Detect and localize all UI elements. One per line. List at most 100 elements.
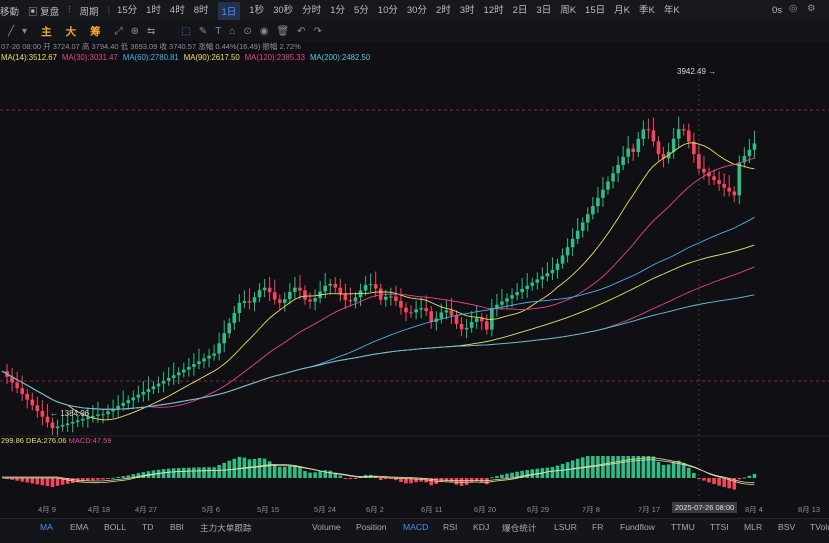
macd-bar (30, 478, 35, 484)
macd-bar (697, 478, 701, 479)
macd-bar (378, 478, 383, 481)
candle-body (495, 304, 499, 308)
macd-bar (328, 470, 333, 478)
macd-bar (353, 478, 358, 479)
candle-body (262, 287, 267, 291)
candle-body (252, 297, 257, 303)
candle-body (298, 287, 302, 291)
candle-body (313, 298, 317, 302)
macd-bar (313, 472, 317, 478)
candle-body (25, 393, 30, 400)
candle-body (449, 310, 454, 316)
candle-body (591, 206, 595, 215)
macd-bar (530, 469, 535, 478)
macd-bar (636, 456, 641, 478)
macd-bar (197, 467, 201, 478)
candle-body (606, 181, 610, 190)
candle-body (60, 425, 65, 427)
candle-body (30, 399, 35, 406)
indicator-tab[interactable]: LSUR (554, 522, 577, 532)
indicator-tab[interactable]: BOLL (104, 522, 126, 532)
macd-bar (495, 475, 499, 478)
macd-bar (40, 478, 45, 486)
candle-body (166, 377, 171, 381)
candle-body (247, 301, 252, 303)
indicator-tab[interactable]: TTMU (671, 522, 695, 532)
candle-body (212, 353, 216, 356)
indicator-tab[interactable]: 主力大单跟踪 (200, 522, 252, 534)
macd-bar (722, 478, 726, 488)
indicator-tab[interactable]: MA (40, 522, 53, 532)
indicator-tab[interactable]: TD (142, 522, 153, 532)
macd-bar (525, 470, 529, 478)
candle-body (586, 214, 590, 223)
macd-bar (25, 478, 30, 483)
macd-bar (96, 478, 100, 480)
macd-bar (737, 478, 742, 480)
macd-bar (596, 456, 600, 478)
candle-body (469, 321, 474, 328)
candle-body (303, 290, 307, 300)
candle-body (141, 391, 146, 395)
macd-bar (187, 467, 191, 478)
candle-body (348, 300, 353, 302)
candle-body (474, 318, 479, 322)
dea-line (2, 459, 755, 483)
indicator-tab[interactable]: KDJ (473, 522, 489, 532)
candle-body (267, 287, 272, 293)
bottom-strip (0, 536, 829, 543)
macd-bar (485, 478, 489, 485)
candle-body (126, 400, 131, 404)
macd-bar (232, 458, 237, 478)
macd-bar (560, 463, 565, 478)
macd-bar (490, 477, 494, 479)
candle-body (45, 416, 50, 423)
macd-bar (747, 475, 752, 478)
macd-bar (661, 464, 666, 478)
indicator-tab[interactable]: FR (592, 522, 603, 532)
candle-body (394, 296, 398, 301)
macd-bar (702, 478, 706, 481)
macd-bar (237, 456, 242, 478)
indicator-tab[interactable]: Fundflow (620, 522, 655, 532)
indicator-tab[interactable]: RSI (443, 522, 457, 532)
candlestick-chart[interactable]: 3942.49 → ← 1384.06 299.86 DEA:276.06 MACD… (0, 0, 829, 500)
candle-body (217, 343, 221, 354)
candle-body (419, 308, 423, 310)
candle-body (681, 129, 686, 131)
indicator-tab[interactable]: Volume (312, 522, 341, 532)
candle-body (373, 284, 378, 289)
macd-bar (606, 456, 610, 478)
candle-body (131, 397, 136, 401)
candle-body (146, 389, 151, 392)
macd-bar (687, 467, 691, 478)
macd-bar (671, 461, 676, 478)
candle-body (702, 168, 706, 173)
macd-bar (656, 461, 661, 478)
indicator-tab[interactable]: BSV (778, 522, 795, 532)
candle-body (414, 309, 418, 313)
indicator-tab[interactable]: BBI (170, 522, 184, 532)
candle-body (187, 366, 191, 370)
indicator-tab[interactable]: EMA (70, 522, 89, 532)
indicator-tab[interactable]: Position (356, 522, 387, 532)
ma-line (1, 266, 755, 410)
candle-body (505, 298, 509, 302)
indicator-tab[interactable]: MLR (744, 522, 762, 532)
indicator-tab[interactable]: TTSI (710, 522, 729, 532)
macd-bar (121, 476, 125, 478)
candle-body (727, 187, 731, 192)
candle-body (343, 294, 348, 301)
macd-bar (15, 478, 19, 481)
indicator-tab[interactable]: MACD (403, 522, 428, 532)
candle-body (20, 388, 24, 394)
macd-bar (288, 465, 292, 478)
indicator-tab[interactable]: 爆仓统计 (502, 522, 536, 534)
indicator-tab[interactable]: TVolu (810, 522, 829, 532)
candle-body (752, 143, 757, 150)
time-axis-label: 6月 11 (421, 505, 443, 514)
candle-body (227, 323, 232, 334)
candle-body (116, 405, 120, 409)
candle-body (106, 411, 110, 415)
candle-body (91, 415, 95, 418)
